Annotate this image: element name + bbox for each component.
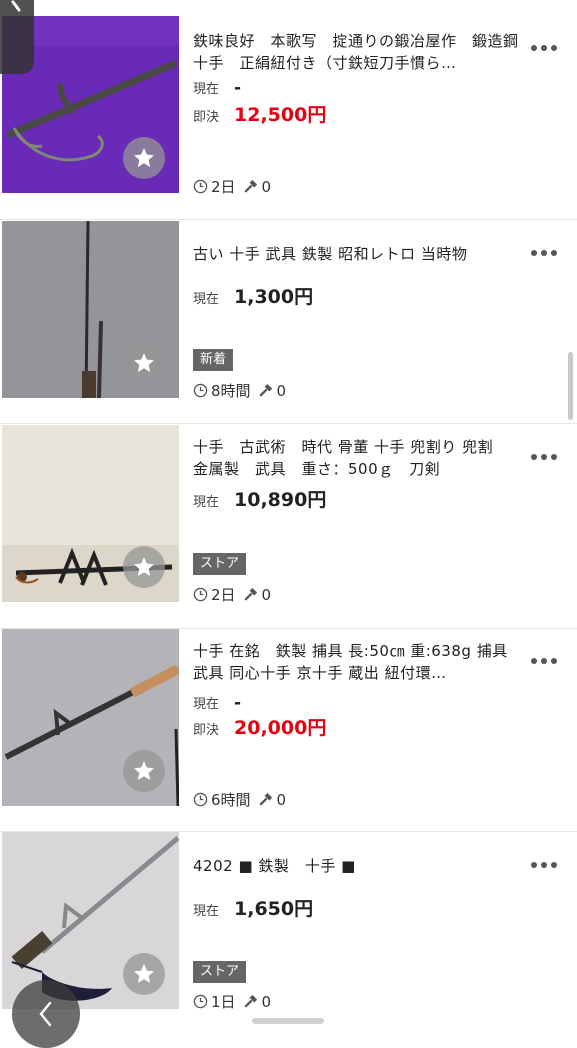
bid-count: 0 xyxy=(276,381,287,400)
favorite-button[interactable] xyxy=(123,953,165,995)
more-dot-icon xyxy=(531,454,537,460)
current-price: 1,650円 xyxy=(234,898,314,920)
item-title[interactable]: 鉄味良好 本歌写 掟通りの鍛冶屋作 鍛造鋼十手 正絹紐付き（寸鉄短刀手慣ら… xyxy=(193,30,523,74)
item-thumbnail[interactable] xyxy=(2,425,179,602)
more-dot-icon xyxy=(531,658,537,664)
time-left: 8時間 xyxy=(211,382,251,400)
favorite-button[interactable] xyxy=(123,137,165,179)
scrollbar[interactable] xyxy=(568,352,573,420)
time-left: 6時間 xyxy=(211,791,251,809)
current-price-label: 現在 xyxy=(193,697,220,712)
current-price: 10,890円 xyxy=(234,489,327,511)
more-options-button[interactable] xyxy=(531,449,557,465)
list-item[interactable]: 4202 ■ 鉄製 十手 ■ 現在 1,650円 ストア 1日 0 xyxy=(0,832,577,1024)
chevron-left-icon xyxy=(39,1001,52,1027)
item-thumbnail[interactable] xyxy=(2,832,179,1009)
time-left: 2日 xyxy=(211,586,236,604)
list-item[interactable]: 鉄味良好 本歌写 掟通りの鍛冶屋作 鍛造鋼十手 正絹紐付き（寸鉄短刀手慣ら… 現… xyxy=(0,14,577,220)
store-badge: ストア xyxy=(193,553,247,575)
time-left: 1日 xyxy=(211,993,236,1011)
current-price-label: 現在 xyxy=(193,904,220,919)
overlay-tab-button[interactable] xyxy=(0,0,34,74)
clock-icon xyxy=(193,383,208,398)
clock-icon xyxy=(193,587,208,602)
bid-count: 0 xyxy=(276,790,287,809)
gavel-icon xyxy=(259,792,272,806)
new-badge: 新着 xyxy=(193,349,234,371)
buyout-price: 20,000円 xyxy=(234,717,327,739)
gavel-icon xyxy=(244,587,257,601)
current-price-label: 現在 xyxy=(193,495,220,510)
item-title[interactable]: 古い 十手 武具 鉄製 昭和レトロ 当時物 xyxy=(193,243,523,265)
store-badge: ストア xyxy=(193,961,247,983)
current-price-label: 現在 xyxy=(193,292,220,307)
clock-icon xyxy=(193,179,208,194)
buyout-price: 12,500円 xyxy=(234,104,327,126)
more-options-button[interactable] xyxy=(531,857,557,873)
buyout-price-label: 即決 xyxy=(193,723,220,738)
star-icon xyxy=(134,557,154,576)
current-price-label: 現在 xyxy=(193,82,220,97)
more-options-button[interactable] xyxy=(531,245,557,261)
star-icon xyxy=(134,964,154,983)
list-item[interactable]: 古い 十手 武具 鉄製 昭和レトロ 当時物 現在 1,300円 新着 8時間 0 xyxy=(0,220,577,424)
item-title[interactable]: 十手 古武術 時代 骨董 十手 兜割り 兜割 金属製 武具 重さ：500ｇ 刀剣 xyxy=(193,436,523,480)
home-indicator xyxy=(252,1018,324,1024)
more-dot-icon xyxy=(531,45,537,51)
gavel-icon xyxy=(244,994,257,1008)
star-icon xyxy=(134,148,154,167)
back-button[interactable] xyxy=(12,980,80,1048)
bid-count: 0 xyxy=(261,585,272,604)
current-price: - xyxy=(234,78,242,98)
item-thumbnail[interactable] xyxy=(2,629,179,806)
more-dot-icon xyxy=(531,250,537,256)
time-left: 2日 xyxy=(211,178,236,196)
list-item[interactable]: 十手 古武術 時代 骨董 十手 兜割り 兜割 金属製 武具 重さ：500ｇ 刀剣… xyxy=(0,424,577,629)
buyout-price-label: 即決 xyxy=(193,110,220,125)
favorite-button[interactable] xyxy=(123,342,165,384)
current-price: - xyxy=(234,693,242,713)
bid-count: 0 xyxy=(261,992,272,1011)
gavel-icon xyxy=(244,179,257,193)
bid-count: 0 xyxy=(261,177,272,196)
clock-icon xyxy=(193,994,208,1009)
item-thumbnail[interactable] xyxy=(2,221,179,398)
gavel-icon xyxy=(259,383,272,397)
more-options-button[interactable] xyxy=(531,653,557,669)
current-price: 1,300円 xyxy=(234,286,314,308)
more-dot-icon xyxy=(531,862,537,868)
more-options-button[interactable] xyxy=(531,40,557,56)
star-icon xyxy=(134,353,154,372)
favorite-button[interactable] xyxy=(123,750,165,792)
chevron-right-icon xyxy=(11,0,21,12)
star-icon xyxy=(134,761,154,780)
clock-icon xyxy=(193,792,208,807)
favorite-button[interactable] xyxy=(123,546,165,588)
list-item[interactable]: 十手 在銘 鉄製 捕具 長:50㎝ 重:638g 捕具 武具 同心十手 京十手 … xyxy=(0,629,577,832)
item-title[interactable]: 十手 在銘 鉄製 捕具 長:50㎝ 重:638g 捕具 武具 同心十手 京十手 … xyxy=(193,640,523,684)
top-strip xyxy=(0,0,577,15)
item-title[interactable]: 4202 ■ 鉄製 十手 ■ xyxy=(193,855,523,877)
